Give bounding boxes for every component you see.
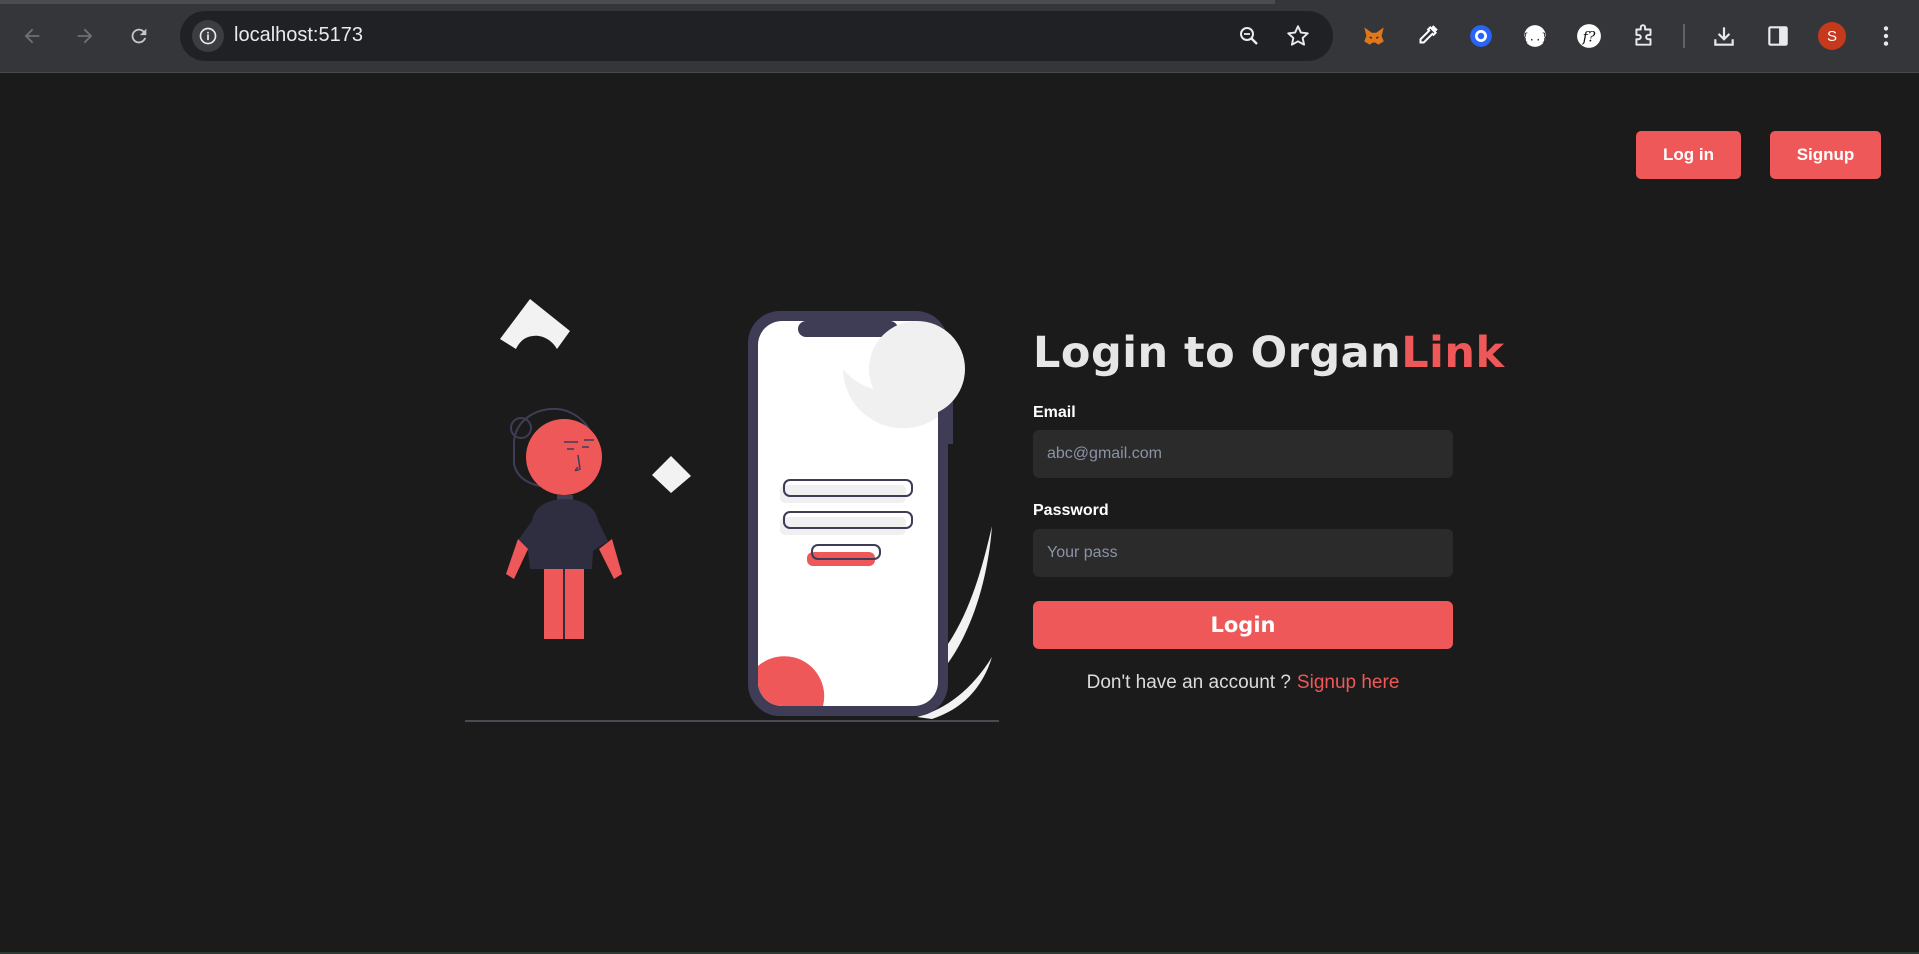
tab-strip-edge [0, 0, 1275, 4]
login-illustration [465, 299, 999, 722]
email-field[interactable] [1033, 430, 1453, 478]
svg-text:{..}: {..} [1522, 30, 1548, 43]
title-main: Login to Organ [1033, 328, 1402, 378]
address-bar[interactable]: localhost:5173 [180, 11, 1333, 61]
download-icon[interactable] [1708, 20, 1740, 52]
svg-text:f?: f? [1582, 29, 1596, 45]
eyedropper-icon[interactable] [1411, 20, 1443, 52]
password-field[interactable] [1033, 529, 1453, 577]
bookmark-star-icon[interactable] [1285, 23, 1311, 49]
signup-link[interactable]: Signup here [1297, 672, 1399, 693]
password-label: Password [1033, 502, 1109, 519]
email-label: Email [1033, 404, 1076, 421]
browser-toolbar: localhost:5173 {..} f? S [0, 0, 1919, 73]
toolbar-separator [1683, 24, 1685, 48]
site-info-icon[interactable] [192, 20, 224, 52]
json-extension-icon[interactable]: {..} [1519, 20, 1551, 52]
back-icon[interactable] [16, 20, 48, 52]
side-panel-icon[interactable] [1762, 20, 1794, 52]
circle-extension-icon[interactable] [1465, 20, 1497, 52]
menu-icon[interactable] [1870, 20, 1902, 52]
header-login-button[interactable]: Log in [1636, 131, 1741, 179]
forward-icon[interactable] [69, 20, 101, 52]
fonts-extension-icon[interactable]: f? [1573, 20, 1605, 52]
zoom-icon[interactable] [1236, 23, 1262, 49]
signup-prompt-line: Don't have an account ? Signup here [1033, 672, 1453, 694]
header-signup-button[interactable]: Signup [1770, 131, 1881, 179]
metamask-fox-icon[interactable] [1358, 20, 1390, 52]
extensions-puzzle-icon[interactable] [1628, 20, 1660, 52]
title-accent: Link [1401, 328, 1505, 378]
page-title: Login to OrganLink [1033, 328, 1504, 378]
signup-prompt-text: Don't have an account ? [1086, 672, 1291, 693]
login-submit-button[interactable]: Login [1033, 601, 1453, 649]
page-content: Log in Signup Login to OrganLink Email a… [0, 74, 1919, 954]
url-text[interactable]: localhost:5173 [234, 24, 363, 47]
reload-icon[interactable] [123, 20, 155, 52]
profile-avatar[interactable]: S [1818, 22, 1846, 50]
